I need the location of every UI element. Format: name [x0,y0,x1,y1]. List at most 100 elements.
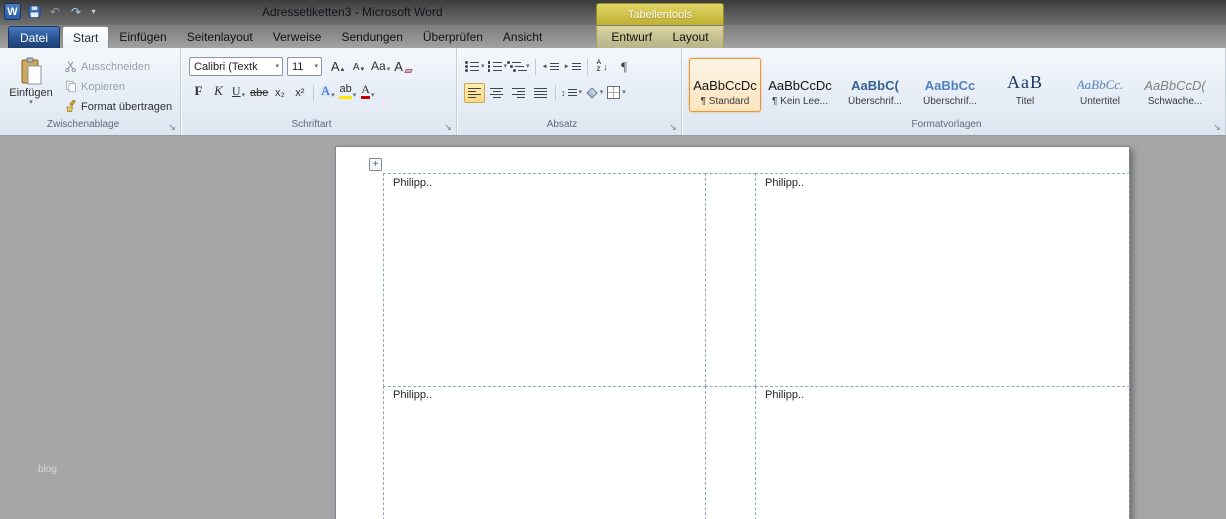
change-case-button[interactable]: Aa ▾ [370,57,391,76]
multilevel-list-icon [507,61,528,72]
format-painter-icon [66,100,76,112]
copy-button[interactable]: Kopieren [62,78,174,95]
tab-start[interactable]: Start [62,26,110,48]
decrease-indent-button[interactable]: ◄ [540,57,561,77]
multilevel-list-button[interactable]: ▾ [507,57,531,77]
tab-seitenlayout[interactable]: Seitenlayout [177,26,263,48]
borders-button[interactable]: ▾ [606,83,627,103]
copy-icon [66,80,76,93]
tab-einfuegen[interactable]: Einfügen [109,26,176,48]
save-icon [27,5,41,18]
align-left-icon [468,87,481,98]
contextual-tools-header: Tabellentools [596,3,724,25]
format-painter-button[interactable]: Format übertragen [62,98,174,115]
highlight-color-button[interactable]: ab ▾ [338,83,357,102]
font-size-select[interactable]: 11 ▾ [287,57,322,76]
scissors-icon [65,61,76,73]
ribbon: Einfügen ▾ Ausschneiden Kopieren Format … [0,48,1226,136]
numbered-list-button[interactable]: ▾ [487,57,509,77]
font-name-select[interactable]: Calibri (Textk ▾ [189,57,283,76]
paint-bucket-icon [586,86,598,99]
divider [313,84,315,101]
tab-ueberpruefen[interactable]: Überprüfen [413,26,493,48]
redo-button[interactable]: ↷ [68,4,84,20]
cut-label: Ausschneiden [81,60,151,73]
chevron-down-icon: ▾ [599,89,604,96]
dialog-launcher-icon[interactable]: ↘ [667,121,679,133]
line-spacing-button[interactable]: ↕ ▾ [560,83,583,103]
format-painter-label: Format übertragen [81,100,173,113]
increase-indent-button[interactable]: ► [562,57,583,77]
dialog-launcher-icon[interactable]: ↘ [442,121,454,133]
style-hervorhebung[interactable]: AaBbC Herv [1214,58,1225,112]
underline-button[interactable]: U ▾ [229,83,248,102]
tab-verweise[interactable]: Verweise [263,26,332,48]
indent-lines-icon [571,63,581,70]
tab-entwurf[interactable]: Entwurf [605,26,658,48]
paste-button[interactable]: Einfügen ▾ [5,55,57,118]
ribbon-tabstrip: Datei Start Einfügen Seitenlayout Verwei… [0,25,1226,48]
group-label-absatz: Absatz [546,119,578,130]
save-button[interactable] [26,4,42,20]
style-ueberschrift-1[interactable]: AaBbC( Überschrif... [839,58,911,112]
tab-ansicht[interactable]: Ansicht [493,26,552,48]
spacing-lines-icon [567,89,577,96]
table-cell[interactable]: Philipp.. [755,386,1130,519]
tab-layout[interactable]: Layout [667,26,715,48]
font-size-value: 11 [292,60,304,73]
justify-button[interactable] [530,83,551,103]
up-down-arrow-icon: ↕ [561,87,566,98]
chevron-down-icon: ▾ [526,63,530,70]
cut-button[interactable]: Ausschneiden [62,58,174,75]
style-schwache-hervorhebung[interactable]: AaBbCcD( Schwache... [1139,58,1211,112]
italic-button[interactable]: K [209,83,228,102]
text-effects-button[interactable]: A ▾ [318,83,337,102]
table-spacer-cell[interactable] [705,386,756,519]
strikethrough-button[interactable]: abe [249,83,269,102]
chevron-down-icon: ▾ [386,66,391,73]
group-formatvorlagen: AaBbCcDc ¶ Standard AaBbCcDc ¶ Kein Lee.… [682,48,1226,135]
superscript-button[interactable]: x² [290,83,309,102]
qat-dropdown-button[interactable]: ▾ [89,4,98,20]
align-right-icon [512,87,525,98]
align-right-button[interactable] [508,83,529,103]
chevron-down-icon: ▾ [578,89,583,96]
style-kein-leerraum[interactable]: AaBbCcDc ¶ Kein Lee... [764,58,836,112]
group-schriftart: Calibri (Textk ▾ 11 ▾ A ▴ A ▾ Aa ▾ A F K… [181,48,457,135]
bullet-list-button[interactable]: ▾ [464,57,486,77]
dialog-launcher-icon[interactable]: ↘ [1211,121,1223,133]
show-paragraph-marks-button[interactable]: ¶ [614,57,635,77]
subscript-button[interactable]: x₂ [270,83,289,102]
font-color-button[interactable]: A ▾ [358,83,377,102]
dialog-launcher-icon[interactable]: ↘ [166,121,178,133]
table-spacer-cell[interactable] [705,173,756,387]
shrink-font-button[interactable]: A ▾ [349,57,368,76]
grow-font-button[interactable]: A ▴ [328,57,347,76]
align-center-button[interactable] [486,83,507,103]
titlebar: W ↶ ↷ ▾ Adressetiketten3 - Microsoft Wor… [0,0,1226,25]
align-left-button[interactable] [464,82,485,103]
table-move-handle[interactable]: + [369,158,382,171]
sort-button[interactable]: AZ ↓ [592,57,613,77]
clear-formatting-button[interactable]: A [393,57,413,76]
contextual-tabs: Entwurf Layout [596,26,724,48]
indent-lines-icon [549,63,559,70]
style-ueberschrift-2[interactable]: AaBbCc Überschrif... [914,58,986,112]
tab-sendungen[interactable]: Sendungen [331,26,412,48]
group-label-schriftart: Schriftart [291,119,332,130]
down-arrow-icon: ↓ [603,61,608,72]
bold-button[interactable]: F [189,83,208,102]
style-standard[interactable]: AaBbCcDc ¶ Standard [689,58,761,112]
table-cell[interactable]: Philipp.. [755,173,1130,387]
chevron-down-icon: ▾ [352,92,357,99]
style-untertitel[interactable]: AaBbCc. Untertitel [1064,58,1136,112]
left-arrow-icon: ◄ [541,63,548,70]
undo-button[interactable]: ↶ [47,4,63,20]
divider [586,58,588,75]
table-cell[interactable]: Philipp.. [383,173,706,387]
table-cell[interactable]: Philipp.. [383,386,706,519]
style-titel[interactable]: AaB Titel [989,58,1061,112]
document-page[interactable]: + Philipp.. Philipp.. Philipp.. Philipp.… [335,146,1130,519]
tab-datei[interactable]: Datei [8,26,60,48]
shading-button[interactable]: ▾ [584,83,605,103]
